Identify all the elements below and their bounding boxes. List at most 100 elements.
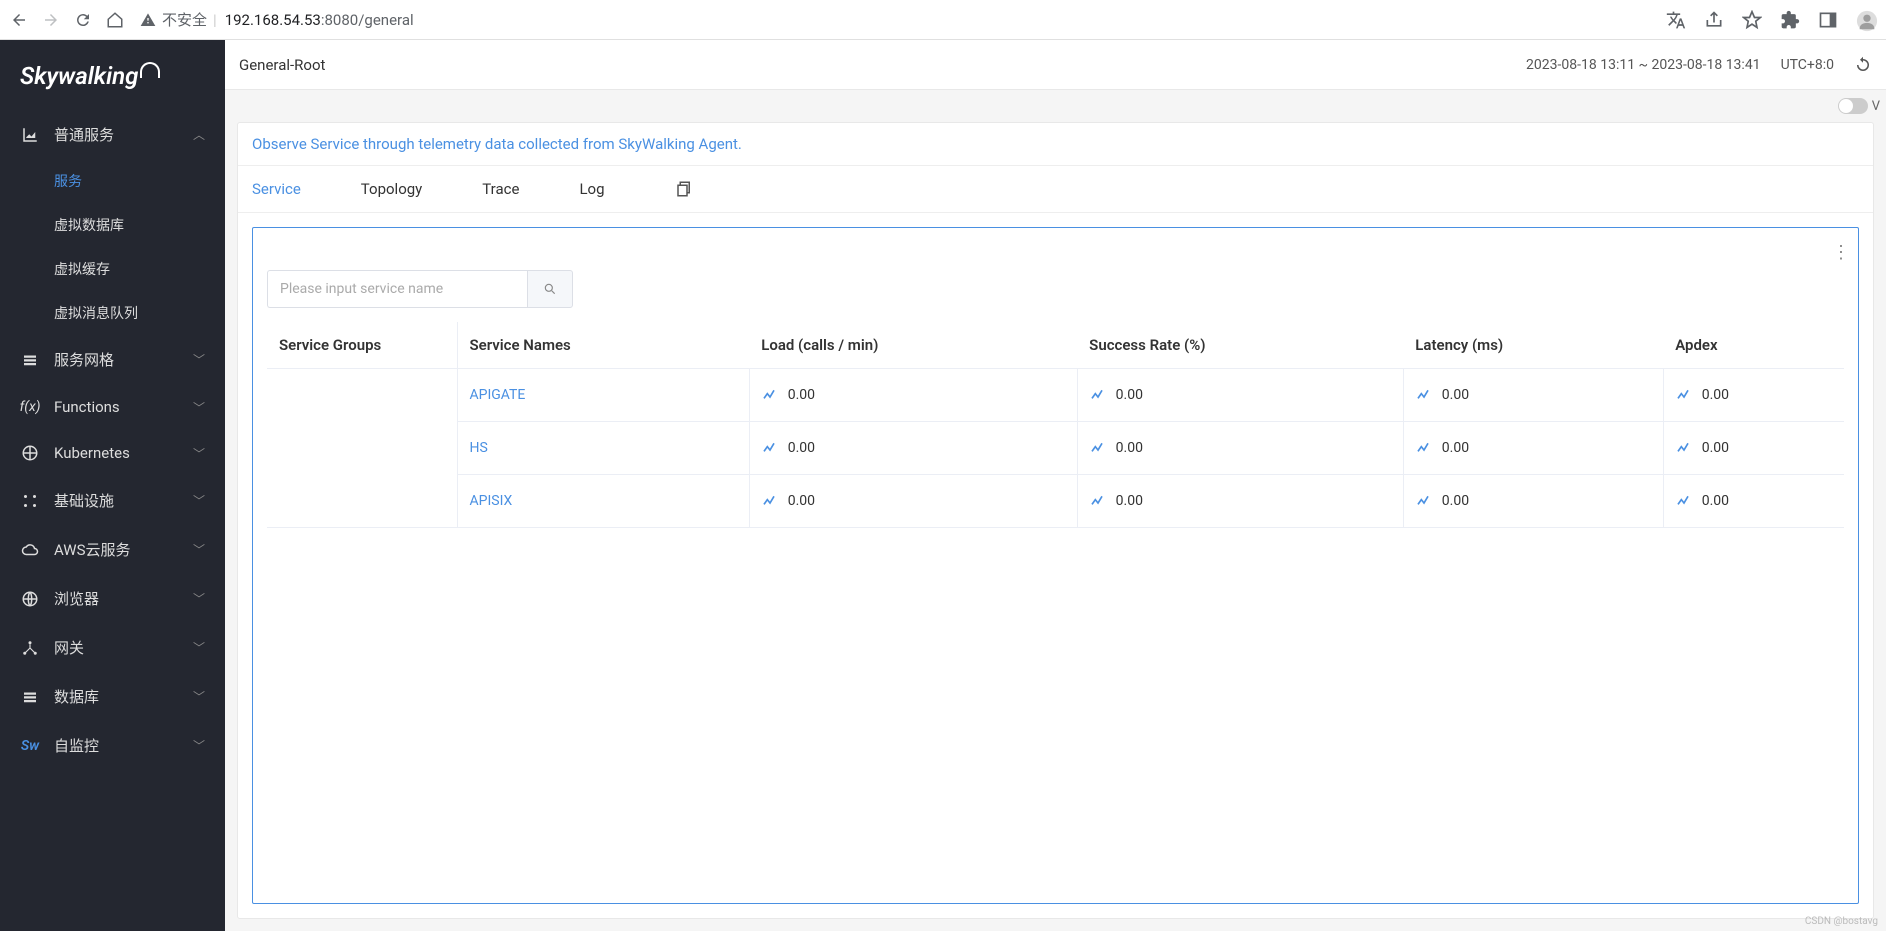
- url-host: 192.168.54.53: [225, 11, 321, 29]
- sparkline-icon: [762, 387, 778, 403]
- extensions-icon[interactable]: [1780, 10, 1800, 30]
- home-button[interactable]: [106, 11, 124, 29]
- cell-service-name: HS: [457, 422, 749, 475]
- sparkline-icon: [1676, 387, 1692, 403]
- content-card: Observe Service through telemetry data c…: [237, 122, 1874, 919]
- url-path: /general: [358, 11, 413, 29]
- address-bar[interactable]: 不安全 | 192.168.54.53:8080/general: [140, 9, 1650, 30]
- tabs: Service Topology Trace Log: [238, 166, 1873, 213]
- chevron-down-icon: ﹀: [193, 541, 205, 558]
- mesh-icon: [20, 351, 40, 369]
- sidebar-item-aws[interactable]: AWS云服务 ﹀: [0, 525, 225, 574]
- timerange[interactable]: 2023-08-18 13:11 ~ 2023-08-18 13:41: [1526, 57, 1761, 73]
- forward-button[interactable]: [42, 11, 60, 29]
- profile-icon[interactable]: [1856, 10, 1876, 30]
- chevron-down-icon: ﹀: [193, 492, 205, 509]
- service-link[interactable]: APIGATE: [470, 387, 526, 403]
- sidebar-sub-virtual-db[interactable]: 虚拟数据库: [0, 203, 225, 247]
- service-link[interactable]: HS: [470, 440, 488, 456]
- card-description: Observe Service through telemetry data c…: [238, 123, 1873, 166]
- sidebar-sub-virtual-cache[interactable]: 虚拟缓存: [0, 247, 225, 291]
- sidebar-item-gateway[interactable]: 网关 ﹀: [0, 623, 225, 672]
- col-service-groups: Service Groups: [267, 322, 457, 369]
- star-icon[interactable]: [1742, 10, 1762, 30]
- insecure-label: 不安全: [162, 9, 207, 30]
- sidebar-sub-service[interactable]: 服务: [0, 159, 225, 203]
- gateway-icon: [20, 639, 40, 657]
- sparkline-icon: [1090, 387, 1106, 403]
- col-apdex: Apdex: [1663, 322, 1844, 369]
- sparkline-icon: [1676, 493, 1692, 509]
- sidebar-item-database[interactable]: 数据库 ﹀: [0, 672, 225, 721]
- translate-icon[interactable]: [1666, 10, 1686, 30]
- cell-apdex: 0.00: [1663, 475, 1844, 528]
- cell-apdex: 0.00: [1663, 422, 1844, 475]
- chevron-down-icon: ﹀: [193, 445, 205, 462]
- cell-success: 0.00: [1077, 475, 1403, 528]
- sparkline-icon: [1090, 440, 1106, 456]
- sidebar-item-label: 普通服务: [54, 124, 179, 145]
- sidebar-sub-virtual-mq[interactable]: 虚拟消息队列: [0, 291, 225, 335]
- copy-icon[interactable]: [675, 180, 693, 198]
- cell-success: 0.00: [1077, 369, 1403, 422]
- sidebar-item-label: 数据库: [54, 686, 179, 707]
- table-panel: ⋮ Service Groups Service Names Load (cal…: [252, 227, 1859, 904]
- search-button[interactable]: [527, 270, 573, 308]
- sparkline-icon: [1416, 493, 1432, 509]
- sidebar-item-self-monitor[interactable]: Sw 自监控 ﹀: [0, 721, 225, 770]
- sidebar-item-infra[interactable]: 基础设施 ﹀: [0, 476, 225, 525]
- col-load: Load (calls / min): [749, 322, 1077, 369]
- sidebar-item-kubernetes[interactable]: Kubernetes ﹀: [0, 430, 225, 476]
- logo: Skywalking: [0, 56, 225, 110]
- back-button[interactable]: [10, 11, 28, 29]
- view-toggle[interactable]: [1838, 98, 1868, 114]
- more-icon[interactable]: ⋮: [1832, 242, 1850, 263]
- sidebar-item-label: 浏览器: [54, 588, 179, 609]
- tab-service[interactable]: Service: [252, 166, 301, 212]
- table-row: APISIX0.000.000.000.00: [267, 475, 1844, 528]
- infra-icon: [20, 492, 40, 510]
- sidebar-item-label: 服务网格: [54, 349, 179, 370]
- sidepanel-icon[interactable]: [1818, 10, 1838, 30]
- main-content: General-Root 2023-08-18 13:11 ~ 2023-08-…: [225, 40, 1886, 931]
- cell-latency: 0.00: [1403, 369, 1663, 422]
- sidebar-item-general[interactable]: 普通服务 ︿: [0, 110, 225, 159]
- chevron-down-icon: ﹀: [193, 351, 205, 368]
- toggle-label: V: [1872, 99, 1880, 114]
- watermark: CSDN @bostavg: [1805, 916, 1878, 927]
- reload-button[interactable]: [74, 11, 92, 29]
- kubernetes-icon: [20, 444, 40, 462]
- insecure-icon: [140, 12, 156, 28]
- cell-latency: 0.00: [1403, 475, 1663, 528]
- timezone[interactable]: UTC+8:0: [1781, 57, 1834, 73]
- url-port: :8080: [321, 11, 358, 29]
- globe-icon: [20, 590, 40, 608]
- service-link[interactable]: APISIX: [470, 493, 513, 509]
- cell-load: 0.00: [749, 475, 1077, 528]
- service-table: Service Groups Service Names Load (calls…: [267, 322, 1844, 528]
- refresh-icon[interactable]: [1854, 56, 1872, 74]
- col-success: Success Rate (%): [1077, 322, 1403, 369]
- tab-trace[interactable]: Trace: [482, 166, 519, 212]
- sidebar-item-mesh[interactable]: 服务网格 ﹀: [0, 335, 225, 384]
- sparkline-icon: [1676, 440, 1692, 456]
- chevron-down-icon: ﹀: [193, 590, 205, 607]
- sidebar-item-browser[interactable]: 浏览器 ﹀: [0, 574, 225, 623]
- browser-toolbar: 不安全 | 192.168.54.53:8080/general: [0, 0, 1886, 40]
- chevron-down-icon: ﹀: [193, 399, 205, 416]
- sidebar-item-functions[interactable]: f(x) Functions ﹀: [0, 384, 225, 430]
- cell-success: 0.00: [1077, 422, 1403, 475]
- sidebar: Skywalking 普通服务 ︿ 服务 虚拟数据库 虚拟缓存 虚拟消息队列 服…: [0, 40, 225, 931]
- sparkline-icon: [1090, 493, 1106, 509]
- search-input[interactable]: [267, 270, 527, 308]
- table-row: HS0.000.000.000.00: [267, 422, 1844, 475]
- tab-topology[interactable]: Topology: [361, 166, 422, 212]
- tab-log[interactable]: Log: [579, 166, 604, 212]
- share-icon[interactable]: [1704, 10, 1724, 30]
- cloud-icon: [20, 541, 40, 559]
- sparkline-icon: [1416, 440, 1432, 456]
- cell-group: [267, 369, 457, 528]
- chevron-up-icon: ︿: [193, 126, 205, 143]
- topbar: General-Root 2023-08-18 13:11 ~ 2023-08-…: [225, 40, 1886, 90]
- cell-apdex: 0.00: [1663, 369, 1844, 422]
